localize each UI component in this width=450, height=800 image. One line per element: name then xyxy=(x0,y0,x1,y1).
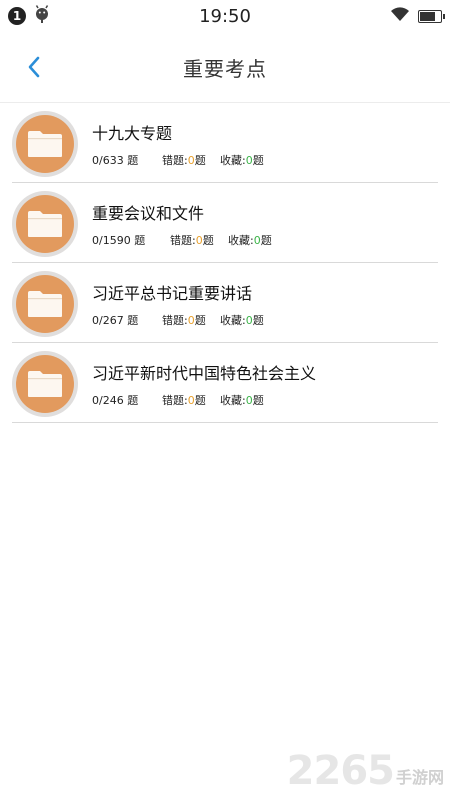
favorite-stat: 收藏:0题 xyxy=(220,313,264,327)
item-title: 习近平总书记重要讲话 xyxy=(92,283,253,303)
favorite-stat: 收藏:0题 xyxy=(220,153,264,167)
favorite-stat: 收藏:0题 xyxy=(228,233,272,247)
topic-list: 十九大专题 0/633 题 错题:0题 收藏:0题 重要会议和文件 0/1590… xyxy=(0,103,450,423)
list-item[interactable]: 十九大专题 0/633 题 错题:0题 收藏:0题 xyxy=(12,103,438,183)
item-title: 习近平新时代中国特色社会主义 xyxy=(92,363,317,383)
list-item[interactable]: 重要会议和文件 0/1590 题 错题:0题 收藏:0题 xyxy=(12,183,438,263)
wrong-count: 0 xyxy=(187,153,195,167)
list-item[interactable]: 习近平新时代中国特色社会主义 0/246 题 错题:0题 收藏:0题 xyxy=(12,343,438,423)
wrong-stat: 错题:0题 xyxy=(162,313,206,327)
wrong-stat: 错题:0题 xyxy=(170,233,214,247)
progress-count: 0/267 题 xyxy=(92,313,139,327)
folder-icon xyxy=(28,370,62,397)
item-stats: 0/633 题 错题:0题 收藏:0题 xyxy=(92,152,264,168)
favorite-count: 0 xyxy=(245,153,253,167)
notification-badge: 1 xyxy=(8,7,26,25)
avatar xyxy=(12,190,78,257)
status-right xyxy=(390,6,445,26)
item-title: 重要会议和文件 xyxy=(92,203,205,223)
watermark-logo: 2265 手游网 xyxy=(287,748,444,794)
wrong-stat: 错题:0题 xyxy=(162,153,206,167)
item-title: 十九大专题 xyxy=(92,123,173,143)
page-title: 重要考点 xyxy=(183,56,267,81)
battery-icon xyxy=(418,9,445,23)
folder-icon xyxy=(28,130,62,157)
item-stats: 0/1590 题 错题:0题 收藏:0题 xyxy=(92,232,272,248)
back-button[interactable] xyxy=(22,54,48,80)
progress-count: 0/633 题 xyxy=(92,153,139,167)
watermark-number: 2265 xyxy=(286,748,395,794)
wrong-stat: 错题:0题 xyxy=(162,393,206,407)
favorite-stat: 收藏:0题 xyxy=(220,393,264,407)
status-bar: 1 19:50 xyxy=(0,0,450,32)
nav-bar: 重要考点 xyxy=(0,32,450,103)
wrong-count: 0 xyxy=(187,313,195,327)
wrong-count: 0 xyxy=(195,233,203,247)
item-stats: 0/267 题 错题:0题 收藏:0题 xyxy=(92,312,264,328)
favorite-count: 0 xyxy=(245,393,253,407)
favorite-count: 0 xyxy=(253,233,261,247)
list-item[interactable]: 习近平总书记重要讲话 0/267 题 错题:0题 收藏:0题 xyxy=(12,263,438,343)
folder-icon xyxy=(28,210,62,237)
status-time: 19:50 xyxy=(199,6,251,27)
item-stats: 0/246 题 错题:0题 收藏:0题 xyxy=(92,392,316,408)
chevron-left-icon xyxy=(28,56,40,78)
watermark-text: 手游网 xyxy=(395,768,444,787)
avatar xyxy=(12,110,78,177)
android-icon xyxy=(34,5,50,27)
status-left: 1 xyxy=(8,5,50,27)
folder-icon xyxy=(28,290,62,317)
avatar xyxy=(12,270,78,337)
avatar xyxy=(12,350,78,417)
wifi-icon xyxy=(390,6,410,26)
progress-count: 0/1590 题 xyxy=(92,233,146,247)
wrong-count: 0 xyxy=(187,393,195,407)
favorite-count: 0 xyxy=(245,313,253,327)
progress-count: 0/246 题 xyxy=(92,393,139,407)
